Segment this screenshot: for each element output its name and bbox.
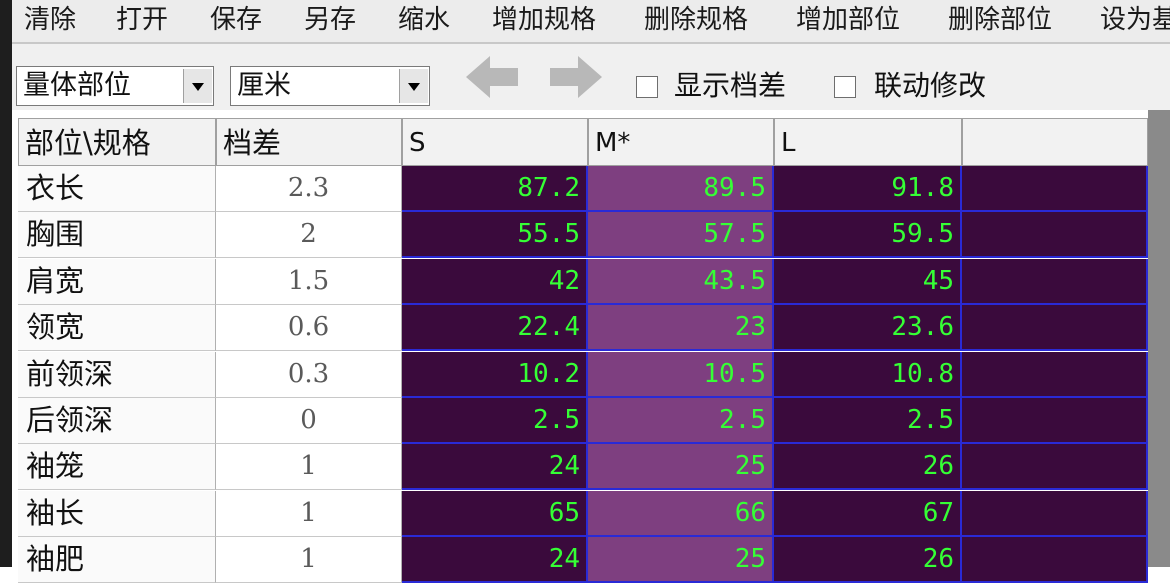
part-name-cell[interactable]: 领宽 <box>18 305 216 352</box>
header-part[interactable]: 部位\规格 <box>18 118 216 166</box>
menu-set-base[interactable]: 设为基 <box>1100 2 1170 38</box>
size-m-cell[interactable]: 57.5 <box>588 212 774 259</box>
vertical-scrollbar[interactable] <box>1148 110 1170 567</box>
diff-cell[interactable]: 1 <box>216 444 402 491</box>
part-name-cell[interactable]: 肩宽 <box>18 258 216 305</box>
menu-save-as[interactable]: 另存 <box>304 2 356 38</box>
unit-value: 厘米 <box>237 70 291 101</box>
chevron-down-icon[interactable] <box>183 69 212 103</box>
size-l-cell[interactable]: 45 <box>774 258 962 305</box>
menu-shrink[interactable]: 缩水 <box>398 2 450 38</box>
size-empty-cell[interactable] <box>962 351 1148 398</box>
size-empty-cell[interactable] <box>962 305 1148 352</box>
part-name-cell[interactable]: 衣长 <box>18 166 216 212</box>
size-empty-cell[interactable] <box>962 537 1148 583</box>
chevron-down-icon[interactable] <box>399 69 428 103</box>
menu-clear[interactable]: 清除 <box>24 2 76 38</box>
arrow-right-icon[interactable] <box>548 54 604 100</box>
size-s-cell[interactable]: 24 <box>402 444 588 491</box>
size-s-cell[interactable]: 55.5 <box>402 212 588 259</box>
part-name-cell[interactable]: 胸围 <box>18 212 216 259</box>
toolbar: 量体部位 厘米 显示档差 联动修改 <box>12 44 1170 110</box>
size-empty-cell[interactable] <box>962 258 1148 305</box>
size-s-cell[interactable]: 65 <box>402 490 588 537</box>
part-name-cell[interactable]: 袖长 <box>18 490 216 537</box>
size-m-cell[interactable]: 25 <box>588 537 774 583</box>
part-name-cell[interactable]: 前领深 <box>18 351 216 398</box>
size-empty-cell[interactable] <box>962 444 1148 491</box>
size-l-cell[interactable]: 2.5 <box>774 398 962 444</box>
size-l-cell[interactable]: 23.6 <box>774 305 962 352</box>
linked-edit-label: 联动修改 <box>874 69 987 102</box>
size-l-cell[interactable]: 26 <box>774 444 962 491</box>
header-size-empty[interactable] <box>962 118 1148 166</box>
menu-delete-size[interactable]: 删除规格 <box>644 2 748 38</box>
diff-cell[interactable]: 0 <box>216 398 402 444</box>
size-l-cell[interactable]: 59.5 <box>774 212 962 259</box>
size-m-cell[interactable]: 23 <box>588 305 774 352</box>
size-s-cell[interactable]: 24 <box>402 537 588 583</box>
size-m-cell[interactable]: 43.5 <box>588 258 774 305</box>
size-m-cell[interactable]: 2.5 <box>588 398 774 444</box>
header-size-l[interactable]: L <box>774 118 962 166</box>
size-s-cell[interactable]: 42 <box>402 258 588 305</box>
size-empty-cell[interactable] <box>962 212 1148 259</box>
size-l-cell[interactable]: 10.8 <box>774 351 962 398</box>
show-diff-checkbox[interactable] <box>636 76 658 98</box>
diff-cell[interactable]: 1 <box>216 490 402 537</box>
show-diff-label: 显示档差 <box>674 69 787 102</box>
menu-delete-part[interactable]: 删除部位 <box>948 2 1052 38</box>
part-type-select[interactable]: 量体部位 <box>16 66 214 106</box>
size-l-cell[interactable]: 91.8 <box>774 166 962 212</box>
size-m-cell[interactable]: 10.5 <box>588 351 774 398</box>
size-m-cell[interactable]: 89.5 <box>588 166 774 212</box>
menu-save[interactable]: 保存 <box>210 2 262 38</box>
diff-cell[interactable]: 2.3 <box>216 166 402 212</box>
unit-select[interactable]: 厘米 <box>230 66 430 106</box>
size-empty-cell[interactable] <box>962 398 1148 444</box>
part-type-value: 量体部位 <box>23 70 131 101</box>
menu-open[interactable]: 打开 <box>116 2 168 38</box>
size-m-cell[interactable]: 66 <box>588 490 774 537</box>
diff-cell[interactable]: 0.6 <box>216 305 402 352</box>
linked-edit-checkbox[interactable] <box>834 76 856 98</box>
part-name-cell[interactable]: 袖笼 <box>18 444 216 491</box>
diff-cell[interactable]: 2 <box>216 212 402 259</box>
size-m-cell[interactable]: 25 <box>588 444 774 491</box>
part-name-cell[interactable]: 袖肥 <box>18 537 216 583</box>
header-size-s[interactable]: S <box>402 118 588 166</box>
diff-cell[interactable]: 1 <box>216 537 402 583</box>
window-edge <box>0 0 12 567</box>
diff-cell[interactable]: 1.5 <box>216 258 402 305</box>
header-size-m[interactable]: M* <box>588 118 774 166</box>
size-l-cell[interactable]: 67 <box>774 490 962 537</box>
diff-cell[interactable]: 0.3 <box>216 351 402 398</box>
menu-add-part[interactable]: 增加部位 <box>796 2 900 38</box>
size-empty-cell[interactable] <box>962 490 1148 537</box>
size-s-cell[interactable]: 87.2 <box>402 166 588 212</box>
part-name-cell[interactable]: 后领深 <box>18 398 216 444</box>
size-l-cell[interactable]: 26 <box>774 537 962 583</box>
size-s-cell[interactable]: 22.4 <box>402 305 588 352</box>
header-diff[interactable]: 档差 <box>216 118 402 166</box>
arrow-left-icon[interactable] <box>464 54 520 100</box>
size-s-cell[interactable]: 2.5 <box>402 398 588 444</box>
size-s-cell[interactable]: 10.2 <box>402 351 588 398</box>
menu-add-size[interactable]: 增加规格 <box>492 2 596 38</box>
menu-bar: 清除 打开 保存 另存 缩水 增加规格 删除规格 增加部位 删除部位 设为基 <box>12 0 1170 44</box>
size-empty-cell[interactable] <box>962 166 1148 212</box>
